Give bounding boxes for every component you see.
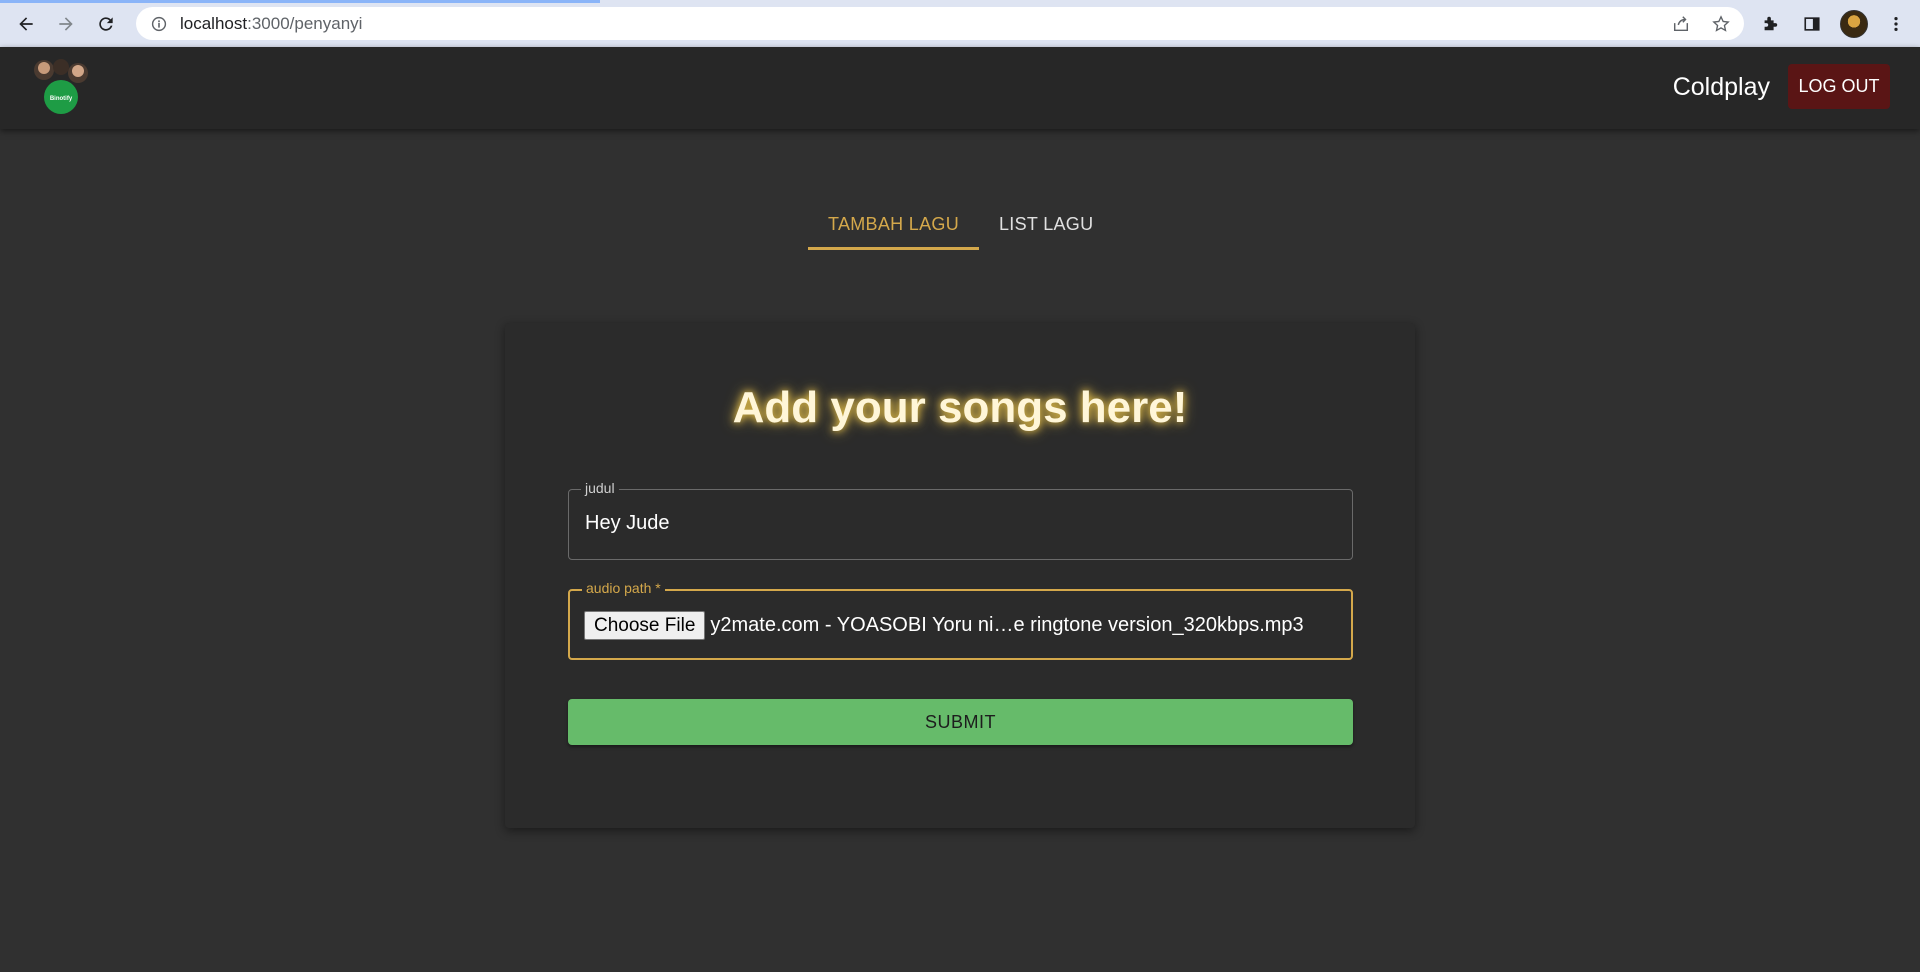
reload-button[interactable] — [86, 4, 126, 44]
url-text[interactable]: localhost:3000/penyanyi — [180, 14, 362, 34]
site-info-icon[interactable] — [150, 15, 168, 33]
artist-name: Coldplay — [1672, 73, 1770, 101]
page-load-indicator — [0, 0, 600, 3]
back-button[interactable] — [6, 4, 46, 44]
bookmark-star-icon[interactable] — [1710, 13, 1732, 35]
logout-button[interactable]: LOG OUT — [1788, 64, 1890, 109]
arrow-left-icon — [19, 16, 33, 31]
tab-tambah-lagu[interactable]: TAMBAH LAGU — [808, 198, 979, 250]
share-icon[interactable] — [1670, 13, 1692, 35]
url-host: localhost — [180, 13, 248, 33]
reload-icon — [99, 16, 113, 31]
browser-toolbar: localhost:3000/penyanyi — [0, 0, 1920, 47]
judul-field[interactable]: judul Hey Jude — [568, 480, 1353, 560]
form-title: Add your songs here! — [732, 383, 1188, 432]
chrome-menu-icon[interactable] — [1882, 10, 1910, 38]
url-path: :3000/penyanyi — [247, 13, 363, 33]
selected-file-name: y2mate.com - YOASOBI Yoru ni…e ringtone … — [710, 614, 1304, 636]
side-panel-icon[interactable] — [1798, 10, 1826, 38]
forward-button[interactable] — [46, 4, 86, 44]
profile-avatar[interactable] — [1840, 10, 1868, 38]
judul-input-value[interactable]: Hey Jude — [585, 512, 670, 535]
extensions-icon[interactable] — [1756, 10, 1784, 38]
tab-bar: TAMBAH LAGU LIST LAGU — [808, 198, 1113, 250]
binotify-logo[interactable]: Binotify — [30, 57, 92, 115]
judul-label: judul — [581, 480, 619, 496]
audio-path-field[interactable]: audio path * Choose File y2mate.com - YO… — [568, 580, 1353, 660]
add-song-card: Add your songs here! judul Hey Jude audi… — [505, 323, 1415, 828]
tab-list-lagu[interactable]: LIST LAGU — [979, 198, 1113, 250]
address-bar[interactable]: localhost:3000/penyanyi — [136, 7, 1744, 40]
submit-button[interactable]: SUBMIT — [568, 699, 1353, 745]
audio-path-label: audio path * — [582, 580, 665, 596]
arrow-right-icon — [59, 16, 73, 31]
choose-file-button[interactable]: Choose File — [584, 611, 706, 640]
logo-text: Binotify — [50, 96, 73, 102]
app-header: Binotify Coldplay LOG OUT — [0, 47, 1920, 129]
